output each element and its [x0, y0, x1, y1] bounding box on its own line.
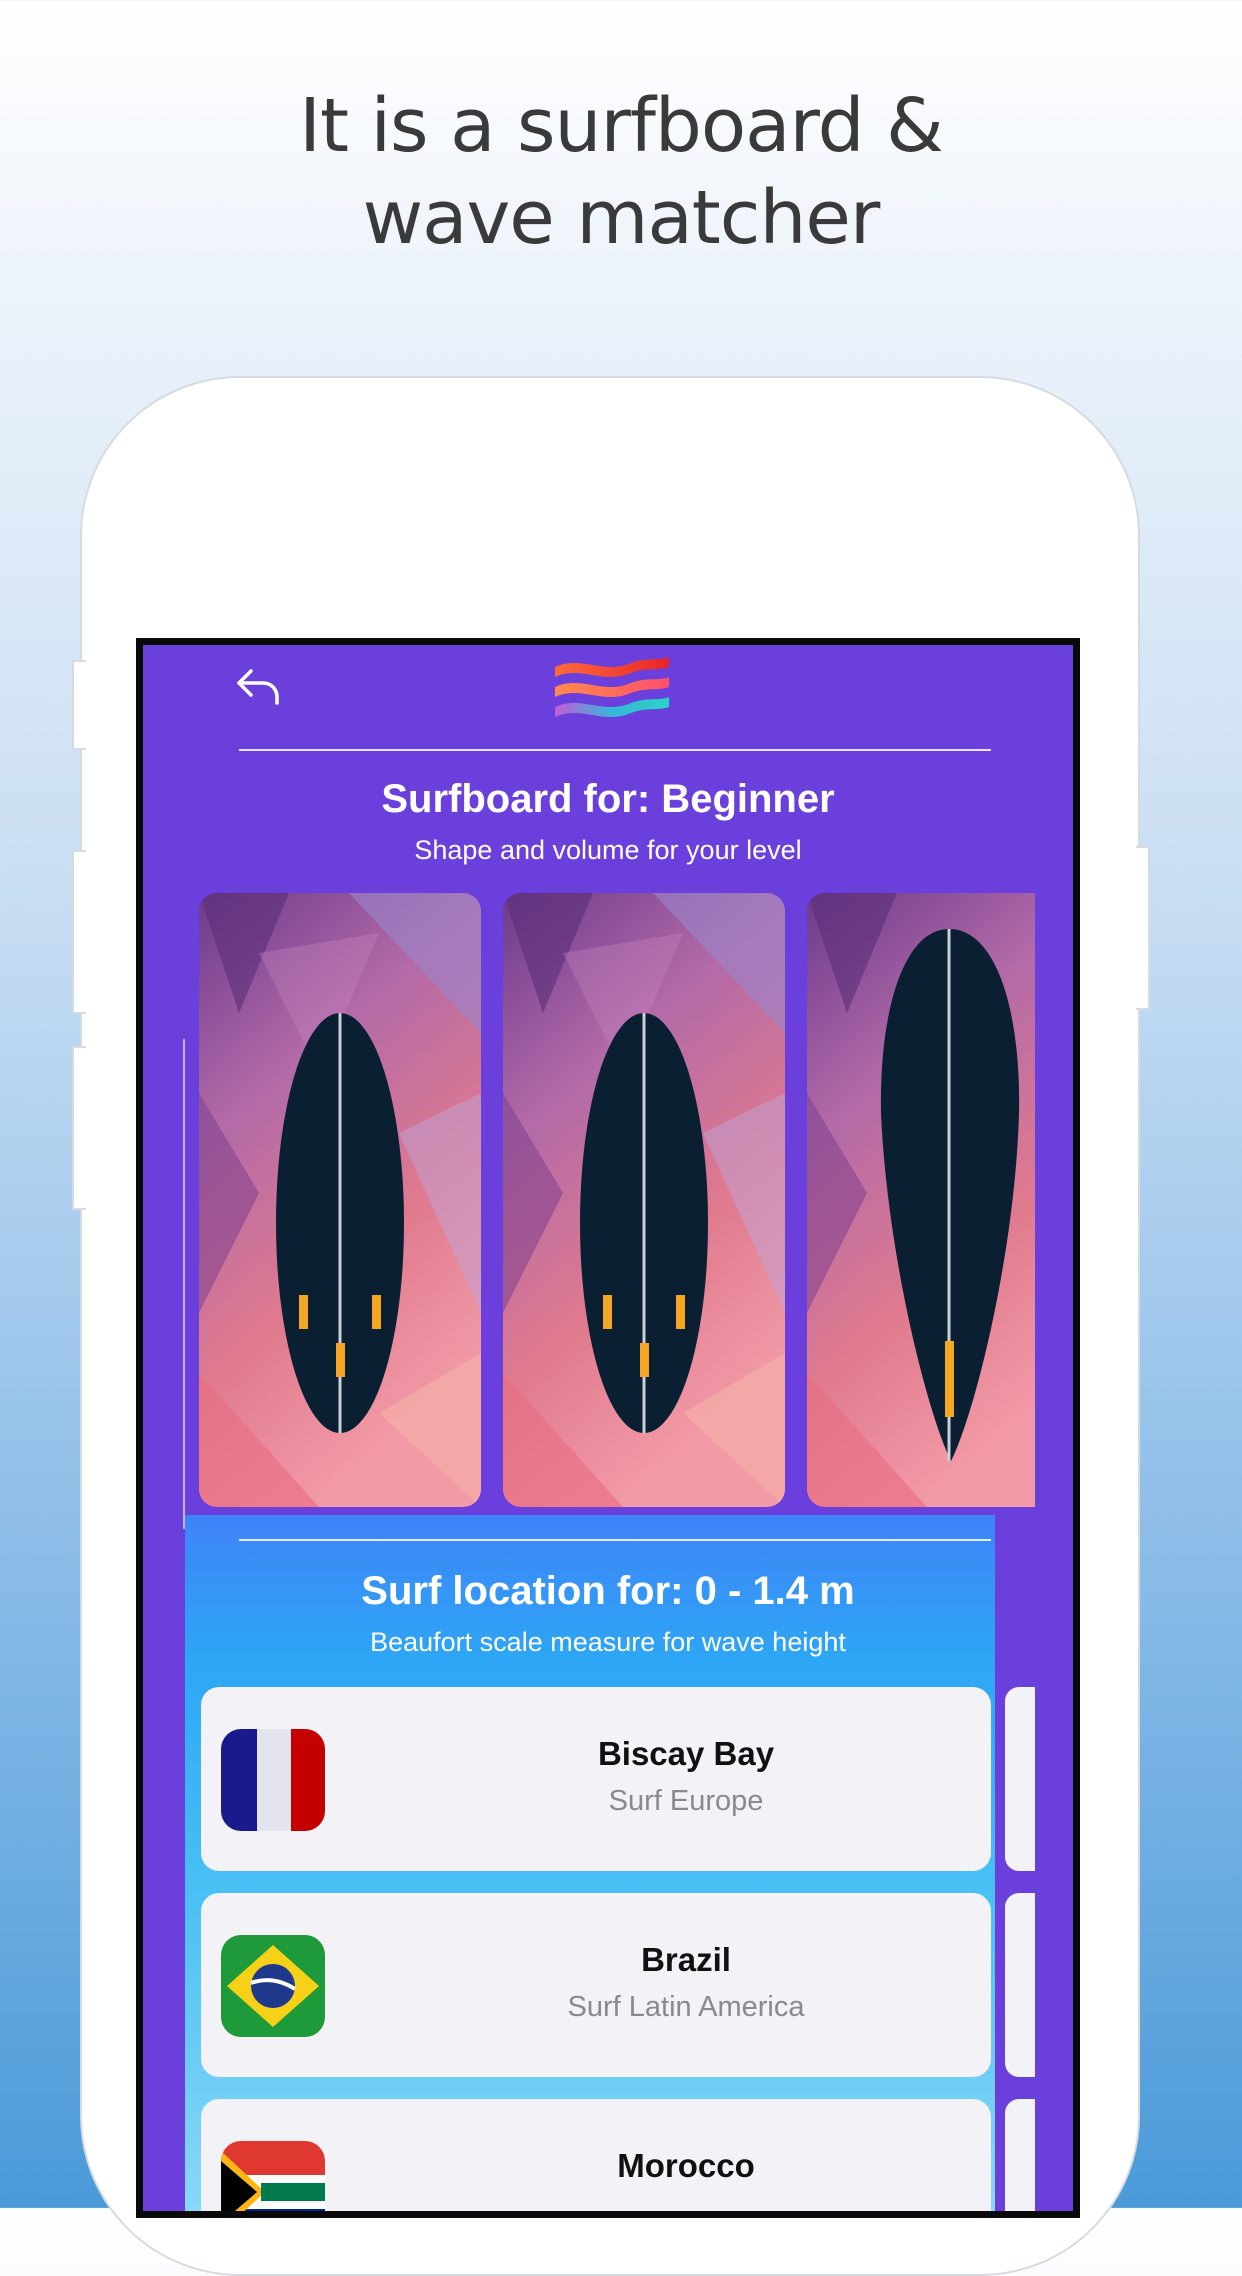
south-africa-flag-icon	[221, 2141, 325, 2211]
brazil-flag-icon	[221, 1935, 325, 2037]
headline-line-2: wave matcher	[362, 175, 881, 261]
surfboard-card[interactable]	[503, 893, 785, 1507]
location-card[interactable]: Morocco	[201, 2099, 991, 2211]
location-region: Surf Europe	[608, 1785, 764, 1817]
location-card-peek[interactable]	[1005, 1893, 1035, 2077]
headline-line-1: It is a surfboard &	[299, 83, 944, 169]
location-card-peek[interactable]	[1005, 2099, 1035, 2211]
location-section-subtitle: Beaufort scale measure for wave height	[370, 1627, 846, 1657]
app-screen: Surfboard for: Beginner Shape and volume…	[136, 638, 1080, 2218]
location-name: Morocco	[617, 2147, 755, 2184]
header-divider	[239, 749, 991, 751]
location-card[interactable]: Biscay Bay Surf Europe	[201, 1687, 991, 1871]
scroll-indicator-line	[183, 1039, 185, 1529]
location-divider	[239, 1539, 991, 1541]
surfboard-card[interactable]	[199, 893, 481, 1507]
france-flag-icon	[221, 1729, 325, 1831]
location-name: Biscay Bay	[597, 1735, 775, 1772]
location-card[interactable]: Brazil Surf Latin America	[201, 1893, 991, 2077]
surfboard-section-subtitle: Shape and volume for your level	[414, 835, 802, 865]
surfboard-carousel[interactable]	[199, 893, 1035, 1507]
phone-volume-up	[72, 850, 86, 1014]
back-arrow-icon[interactable]	[233, 665, 281, 709]
location-section-background: Surf location for: 0 - 1.4 m Beaufort sc…	[185, 1515, 1035, 2211]
location-name: Brazil	[641, 1941, 731, 1978]
surfboard-card[interactable]	[807, 893, 1035, 1507]
location-region: Surf Latin America	[567, 1991, 805, 2023]
phone-mute-switch	[72, 660, 86, 750]
surfboard-section-title: Surfboard for: Beginner	[381, 777, 835, 821]
phone-volume-down	[72, 1046, 86, 1210]
wave-logo-icon	[551, 653, 675, 723]
phone-power-button	[1136, 846, 1150, 1010]
headline: It is a surfboard & wave matcher	[0, 80, 1242, 264]
location-card-peek[interactable]	[1005, 1687, 1035, 1871]
location-section-title: Surf location for: 0 - 1.4 m	[361, 1569, 855, 1613]
